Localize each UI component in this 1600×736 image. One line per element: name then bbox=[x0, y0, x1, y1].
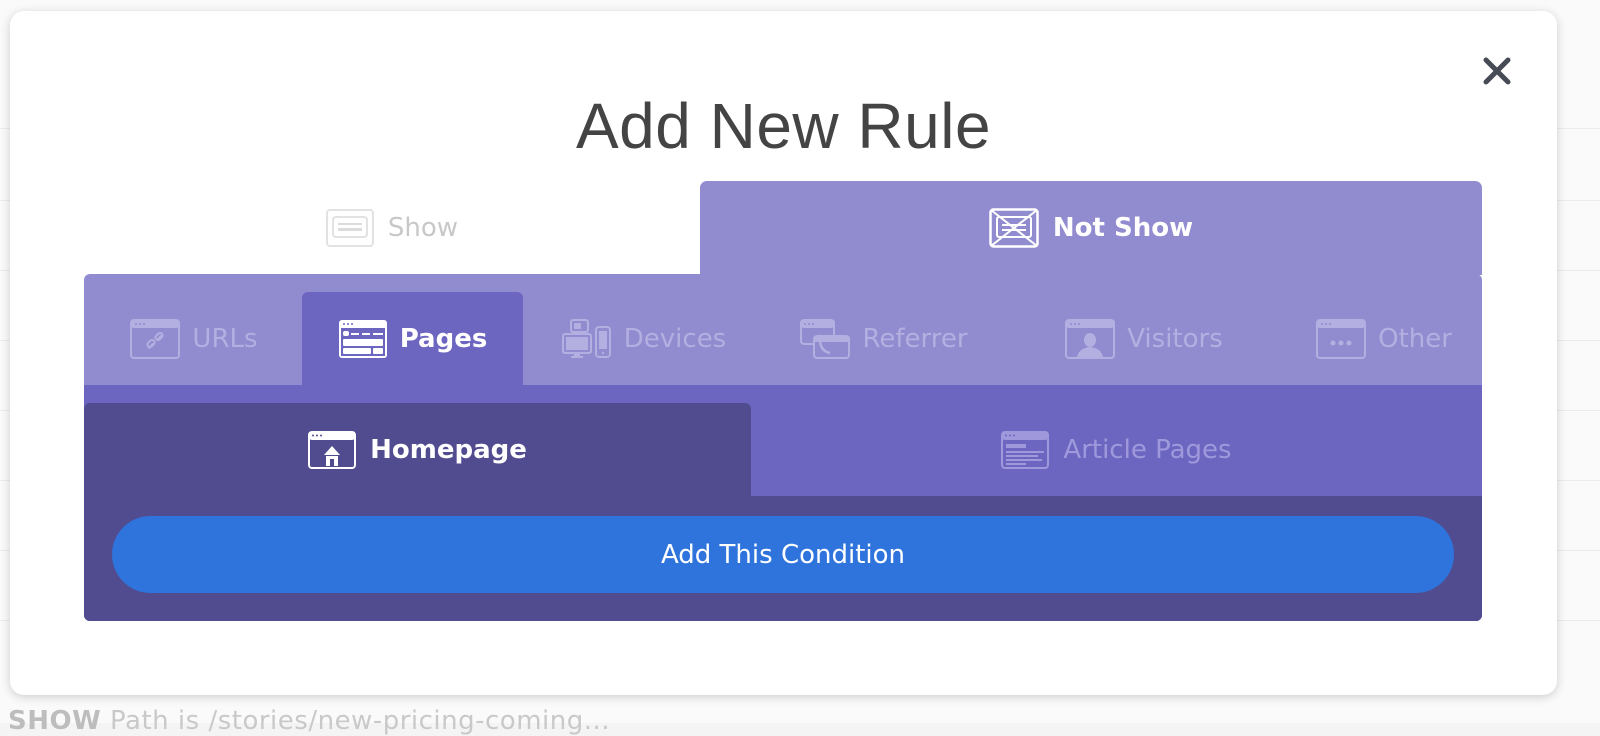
tab-devices-label: Devices bbox=[623, 323, 727, 354]
tab-visitors-label: Visitors bbox=[1127, 323, 1223, 354]
devices-icon bbox=[561, 318, 611, 358]
tab-pages-label: Pages bbox=[399, 323, 488, 354]
option-homepage[interactable]: Homepage bbox=[84, 403, 751, 496]
condition-action-area: Add This Condition bbox=[84, 496, 1482, 621]
tab-devices[interactable]: Devices bbox=[544, 292, 744, 385]
pages-options-panel: Homepage Article Pages Add This Conditio… bbox=[84, 385, 1482, 621]
tab-pages[interactable]: Pages bbox=[302, 292, 523, 385]
background-rule-text: SHOW Path is /stories/new-pricing-coming… bbox=[8, 706, 610, 736]
category-tabs: URLs Pages Devices Referrer Visitors Oth… bbox=[84, 292, 1482, 385]
more-window-icon bbox=[1316, 318, 1367, 359]
tab-urls-label: URLs bbox=[192, 323, 258, 354]
option-article-pages[interactable]: Article Pages bbox=[751, 403, 1482, 496]
close-icon bbox=[1483, 57, 1511, 85]
tab-other[interactable]: Other bbox=[1294, 292, 1474, 385]
not-show-window-icon bbox=[989, 208, 1039, 248]
tab-other-label: Other bbox=[1378, 323, 1452, 354]
close-button[interactable] bbox=[1482, 56, 1512, 86]
article-window-icon bbox=[1001, 430, 1050, 469]
home-window-icon bbox=[308, 430, 357, 469]
modal-title: Add New Rule bbox=[575, 90, 992, 162]
option-article-pages-label: Article Pages bbox=[1063, 434, 1232, 465]
tab-visitors[interactable]: Visitors bbox=[1044, 292, 1244, 385]
tab-urls[interactable]: URLs bbox=[104, 292, 284, 385]
tab-show-label: Show bbox=[387, 213, 459, 243]
link-window-icon bbox=[130, 318, 181, 359]
show-window-icon bbox=[325, 209, 374, 247]
condition-category-panel: URLs Pages Devices Referrer Visitors Oth… bbox=[84, 274, 1482, 621]
tab-not-show[interactable]: Not Show bbox=[700, 181, 1482, 275]
referrer-icon bbox=[800, 318, 851, 359]
pages-window-icon bbox=[338, 319, 387, 358]
tab-referrer-label: Referrer bbox=[862, 323, 968, 354]
tab-referrer[interactable]: Referrer bbox=[784, 292, 984, 385]
tab-not-show-label: Not Show bbox=[1052, 213, 1194, 243]
add-condition-button[interactable]: Add This Condition bbox=[112, 516, 1454, 593]
tab-show[interactable]: Show bbox=[84, 181, 700, 275]
option-homepage-label: Homepage bbox=[370, 434, 527, 465]
visitor-window-icon bbox=[1065, 318, 1116, 359]
background-rule-keyword: SHOW bbox=[8, 706, 102, 736]
add-rule-modal: Add New Rule Show Not Show URLs Pages De… bbox=[10, 11, 1557, 695]
background-rule-path: Path is /stories/new-pricing-coming... bbox=[110, 706, 611, 736]
